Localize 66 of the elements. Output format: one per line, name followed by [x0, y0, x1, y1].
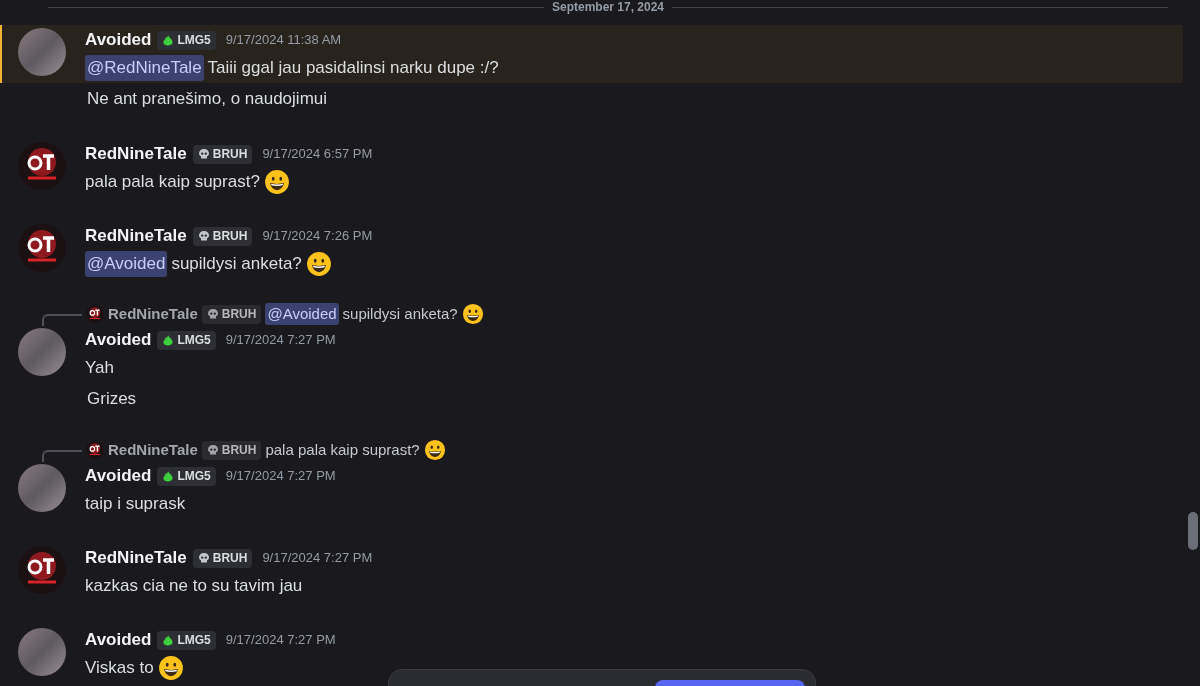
message-text: supildysi anketa? [342, 303, 458, 324]
user-mention[interactable]: @Avoided [85, 251, 168, 277]
reply-connector [42, 314, 82, 326]
message-text: Taiii ggal jau pasidalinsi narku dupe :/? [207, 57, 499, 80]
message-timestamp: 9/17/2024 7:26 PM [262, 227, 373, 246]
grinning-face-icon [305, 251, 332, 277]
flame-icon [162, 33, 175, 47]
role-tag-label: BRUH [212, 228, 248, 245]
message-text: pala pala kaip suprast? [85, 171, 260, 194]
message-timestamp: 9/17/2024 7:27 PM [225, 467, 336, 486]
message-text: pala pala kaip suprast? [265, 439, 420, 460]
message-text: taip i suprask [85, 493, 186, 516]
message-author[interactable]: Avoided [85, 327, 152, 353]
avatar-photo-placeholder[interactable] [18, 628, 66, 676]
flame-icon [162, 469, 175, 483]
message-timestamp: 9/17/2024 6:57 PM [262, 145, 373, 164]
message-author[interactable]: RedNineTale [85, 141, 187, 167]
user-mention[interactable]: @RedNineTale [85, 55, 204, 81]
grinning-face-icon [263, 169, 290, 195]
message-text: Ne ant pranešimo, o naudojimui [87, 88, 328, 111]
message-text: kazkas cia ne to su tavim jau [85, 575, 303, 598]
skull-icon [197, 148, 210, 160]
role-tag-label: BRUH [212, 146, 248, 163]
message-text: Grizes [87, 388, 137, 411]
message-timestamp: 9/17/2024 11:38 AM [225, 31, 342, 50]
avatar-logo-icon[interactable] [86, 305, 104, 323]
role-tag-label: LMG5 [177, 468, 211, 485]
flame-icon [162, 633, 175, 647]
skull-icon [197, 552, 210, 564]
avatar-photo-placeholder[interactable] [18, 28, 66, 76]
role-tag-label: BRUH [221, 306, 257, 323]
message-text: supildysi anketa? [171, 253, 302, 276]
avatar-photo-placeholder[interactable] [18, 464, 66, 512]
avatar-logo-icon[interactable] [18, 546, 66, 594]
message-text: Viskas to [85, 657, 154, 680]
user-mention[interactable]: @Avoided [265, 302, 339, 326]
reply-connector [42, 450, 82, 462]
role-tag-label: LMG5 [177, 632, 211, 649]
message-author[interactable]: Avoided [85, 27, 152, 53]
grinning-face-icon [423, 439, 446, 461]
avatar-logo-icon[interactable] [86, 441, 104, 459]
message-author[interactable]: Avoided [85, 463, 152, 489]
message-timestamp: 9/17/2024 7:27 PM [225, 331, 336, 350]
skull-icon [206, 444, 219, 456]
reply-author[interactable]: RedNineTale [108, 302, 198, 326]
message-author[interactable]: RedNineTale [85, 223, 187, 249]
reply-author[interactable]: RedNineTale [108, 438, 198, 462]
role-tag-label: LMG5 [177, 332, 211, 349]
grinning-face-icon [461, 303, 484, 325]
scrollbar-thumb[interactable] [1188, 512, 1198, 550]
date-divider-label: September 17, 2024 [551, 0, 665, 14]
message-author[interactable]: Avoided [85, 627, 152, 653]
message-timestamp: 9/17/2024 7:27 PM [262, 549, 373, 568]
avatar-logo-icon[interactable] [18, 224, 66, 272]
avatar-photo-placeholder[interactable] [18, 328, 66, 376]
flame-icon [162, 333, 175, 347]
grinning-face-icon [157, 655, 184, 681]
role-tag-label: LMG5 [177, 32, 211, 49]
message-author[interactable]: RedNineTale [85, 545, 187, 571]
role-tag-label: BRUH [221, 442, 257, 459]
role-tag-label: BRUH [212, 550, 248, 567]
skull-icon [206, 308, 219, 320]
avatar-logo-icon[interactable] [18, 142, 66, 190]
message-text: Yah [85, 357, 114, 380]
message-timestamp: 9/17/2024 7:27 PM [225, 631, 336, 650]
skull-icon [197, 230, 210, 242]
